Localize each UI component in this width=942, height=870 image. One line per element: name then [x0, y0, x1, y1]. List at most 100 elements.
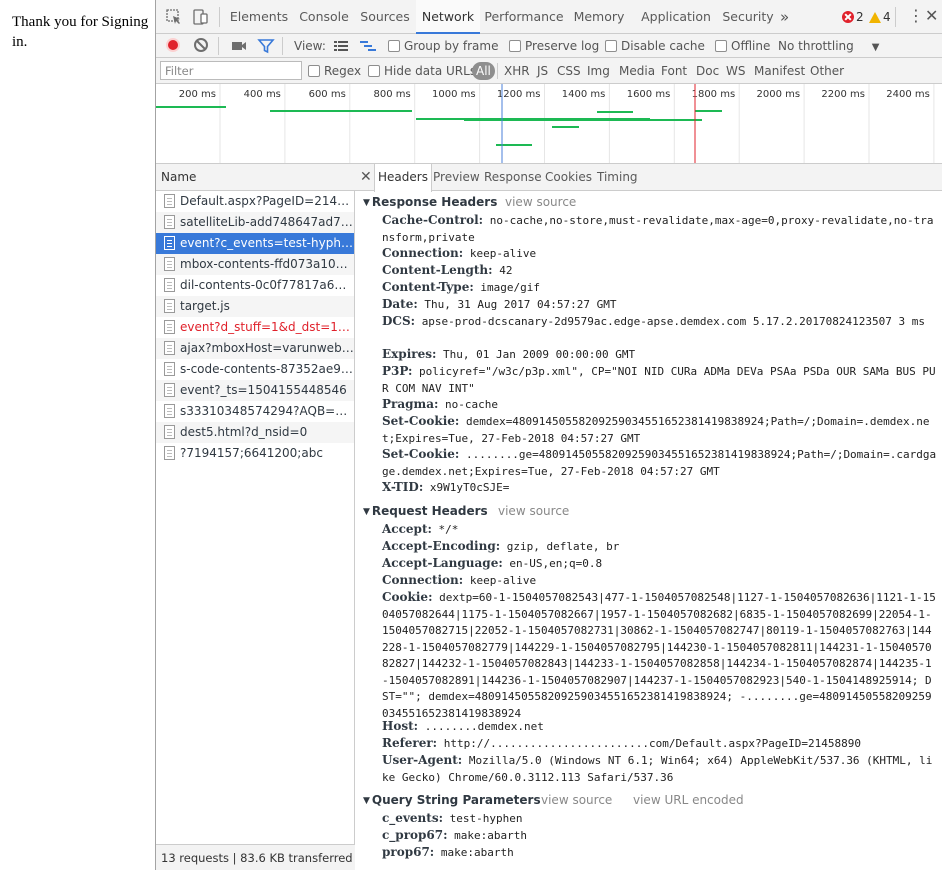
filter-type-font[interactable]: Font — [661, 58, 687, 84]
throttling-select[interactable]: No throttling ▼ — [778, 34, 879, 58]
response-headers-title[interactable]: ▼ Response Headers — [363, 194, 497, 211]
group-by-frame-option[interactable]: Group by frame — [388, 34, 498, 58]
filter-type-other[interactable]: Other — [810, 58, 844, 84]
checkbox[interactable] — [308, 65, 320, 77]
request-row[interactable]: event?_ts=1504155448546 — [156, 380, 354, 401]
file-icon — [164, 446, 175, 460]
device-toolbar-icon[interactable] — [191, 8, 209, 26]
header-line: Content-Length: 42 — [382, 262, 938, 280]
regex-option[interactable]: Regex — [308, 58, 361, 84]
clear-icon[interactable] — [194, 38, 208, 52]
tab-preview[interactable]: Preview — [433, 164, 480, 191]
header-line: X-TID: x9W1yT0cSJE= — [382, 479, 938, 497]
header-line: c_events: test-hyphen — [382, 810, 938, 828]
header-name: Host: — [382, 719, 419, 733]
checkbox[interactable] — [388, 40, 400, 52]
tab-sources[interactable]: Sources — [358, 0, 412, 34]
request-row[interactable]: target.js — [156, 296, 354, 317]
view-source-link[interactable]: view source — [541, 792, 612, 809]
filter-type-js[interactable]: JS — [537, 58, 548, 84]
more-tabs-button[interactable]: » — [780, 0, 789, 34]
request-row[interactable]: satelliteLib-add748647ad714c... — [156, 212, 354, 233]
filter-type-img[interactable]: Img — [587, 58, 610, 84]
header-value: http://........................com/Defau… — [443, 737, 861, 750]
checkbox[interactable] — [509, 40, 521, 52]
view-source-link[interactable]: view source — [498, 503, 569, 520]
filter-type-css[interactable]: CSS — [557, 58, 581, 84]
request-row[interactable]: mbox-contents-ffd073a10c1b... — [156, 254, 354, 275]
tab-network[interactable]: Network — [416, 0, 480, 34]
column-header-name[interactable]: Name — [156, 164, 355, 191]
request-row[interactable]: ajax?mboxHost=varunweb.wo... — [156, 338, 354, 359]
filter-type-media[interactable]: Media — [619, 58, 655, 84]
filter-type-doc[interactable]: Doc — [696, 58, 719, 84]
large-rows-icon[interactable] — [332, 37, 350, 55]
request-name: mbox-contents-ffd073a10c1b... — [180, 257, 354, 271]
header-value: keep-alive — [469, 574, 537, 587]
page-message: Thank you for Signing in. — [12, 14, 149, 50]
request-row[interactable]: event?c_events=test-hyphen&... — [156, 233, 354, 254]
filter-input[interactable] — [160, 61, 302, 80]
filter-type-xhr[interactable]: XHR — [504, 58, 530, 84]
request-timing-bar — [496, 144, 532, 146]
tab-security[interactable]: Security — [722, 0, 774, 34]
waterfall-overview-icon[interactable] — [359, 37, 377, 55]
inspect-element-icon[interactable] — [165, 8, 183, 26]
tab-application[interactable]: Application — [634, 0, 718, 34]
request-row[interactable]: Default.aspx?PageID=21458890 — [156, 191, 354, 212]
request-name: s33310348574294?AQB=1&n... — [180, 404, 354, 418]
tab-response[interactable]: Response — [484, 164, 542, 191]
tab-console[interactable]: Console — [294, 0, 354, 34]
tab-timing[interactable]: Timing — [597, 164, 638, 191]
disable-cache-option[interactable]: Disable cache — [605, 34, 705, 58]
error-icon — [842, 11, 854, 23]
tab-cookies[interactable]: Cookies — [545, 164, 592, 191]
timeline-tick-label: 800 ms — [373, 89, 410, 100]
timeline-tick-label: 200 ms — [179, 89, 216, 100]
filter-type-manifest[interactable]: Manifest — [754, 58, 805, 84]
tab-memory[interactable]: Memory — [568, 0, 630, 34]
checkbox[interactable] — [715, 40, 727, 52]
request-row[interactable]: s-code-contents-87352ae938a... — [156, 359, 354, 380]
offline-option[interactable]: Offline — [715, 34, 770, 58]
customize-menu-icon[interactable]: ⋮ — [908, 8, 924, 24]
tab-headers[interactable]: Headers — [374, 164, 432, 192]
filter-type-ws[interactable]: WS — [726, 58, 745, 84]
network-overview[interactable]: 200 ms 400 ms 600 ms 800 ms 1000 ms 1200 ms 14… — [156, 84, 942, 164]
header-name: Expires: — [382, 347, 437, 361]
request-row[interactable]: ?7194157;6641200;abc — [156, 443, 354, 464]
expand-triangle-icon: ▼ — [363, 796, 370, 806]
preserve-log-option[interactable]: Preserve log — [509, 34, 599, 58]
header-value: demdex=480914505582092590345516523814198… — [382, 415, 930, 445]
header-line: Set-Cookie: ........ge=48091450558209259… — [382, 446, 938, 480]
query-string-title[interactable]: ▼ Query String Parameters — [363, 792, 541, 809]
tab-performance[interactable]: Performance — [484, 0, 564, 34]
record-icon[interactable] — [166, 38, 180, 52]
close-icon[interactable]: ✕ — [925, 7, 938, 25]
request-row[interactable]: s33310348574294?AQB=1&n... — [156, 401, 354, 422]
header-value: test-hyphen — [449, 812, 523, 825]
checkbox[interactable] — [605, 40, 617, 52]
warning-counter[interactable]: 4 — [869, 9, 891, 25]
request-row[interactable]: event?d_stuff=1&d_dst=1&d_... — [156, 317, 354, 338]
header-name: Set-Cookie: — [382, 447, 460, 461]
file-icon — [164, 404, 175, 418]
tab-elements[interactable]: Elements — [228, 0, 290, 34]
capture-screenshots-icon[interactable] — [230, 37, 248, 55]
view-url-encoded-link[interactable]: view URL encoded — [633, 792, 744, 809]
request-headers-title[interactable]: ▼ Request Headers — [363, 503, 488, 520]
header-name: c_prop67: — [382, 828, 448, 842]
error-counter[interactable]: 2 — [842, 9, 864, 25]
filter-icon[interactable] — [257, 37, 275, 55]
file-icon — [164, 383, 175, 397]
hide-data-urls-option[interactable]: Hide data URLs — [368, 58, 476, 84]
checkbox[interactable] — [368, 65, 380, 77]
close-icon[interactable]: ✕ — [360, 164, 372, 191]
network-toolbar: View: Group by frame Preserve log Disabl… — [156, 34, 942, 58]
request-row[interactable]: dil-contents-0c0f77817a61160... — [156, 275, 354, 296]
file-icon — [164, 278, 175, 292]
filter-type-all[interactable]: All — [472, 62, 495, 80]
header-line: Content-Type: image/gif — [382, 279, 938, 297]
view-source-link[interactable]: view source — [505, 194, 576, 211]
request-row[interactable]: dest5.html?d_nsid=0 — [156, 422, 354, 443]
